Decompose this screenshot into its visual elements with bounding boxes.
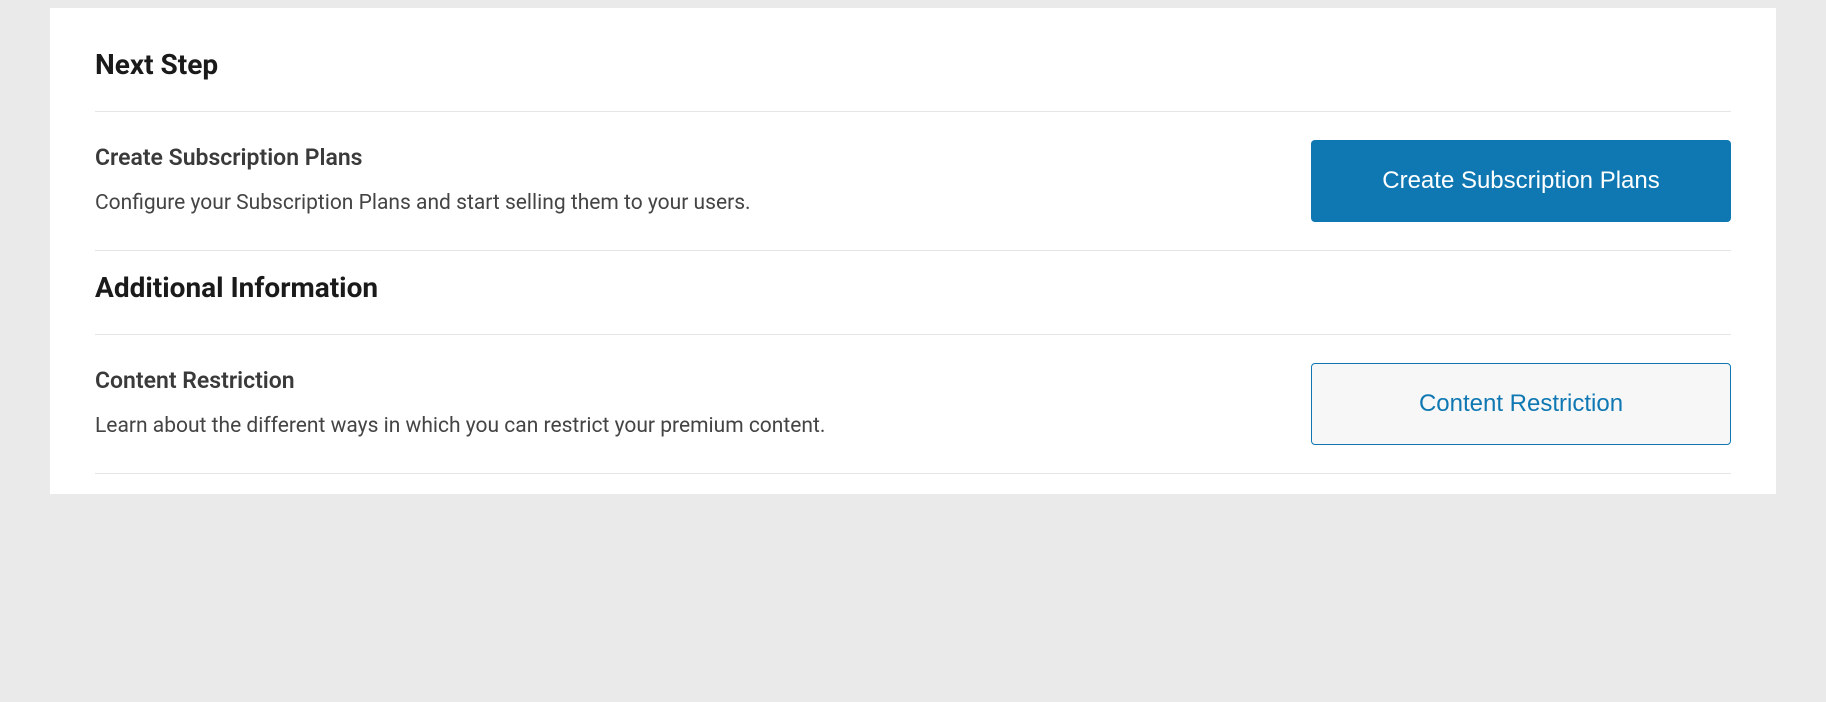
content-restriction-title: Content Restriction: [95, 367, 1271, 394]
row-text-block: Content Restriction Learn about the diff…: [95, 367, 1271, 441]
content-restriction-button[interactable]: Content Restriction: [1311, 363, 1731, 445]
create-plans-title: Create Subscription Plans: [95, 144, 1271, 171]
next-step-heading: Next Step: [95, 48, 1731, 81]
row-text-block: Create Subscription Plans Configure your…: [95, 144, 1271, 218]
settings-card: Next Step Create Subscription Plans Conf…: [50, 8, 1776, 494]
create-plans-description: Configure your Subscription Plans and st…: [95, 189, 1271, 218]
content-restriction-row: Content Restriction Learn about the diff…: [95, 335, 1731, 473]
divider: [95, 473, 1731, 474]
content-restriction-description: Learn about the different ways in which …: [95, 412, 1271, 441]
create-subscription-plans-row: Create Subscription Plans Configure your…: [95, 112, 1731, 250]
additional-information-heading: Additional Information: [95, 271, 1731, 304]
create-subscription-plans-button[interactable]: Create Subscription Plans: [1311, 140, 1731, 222]
